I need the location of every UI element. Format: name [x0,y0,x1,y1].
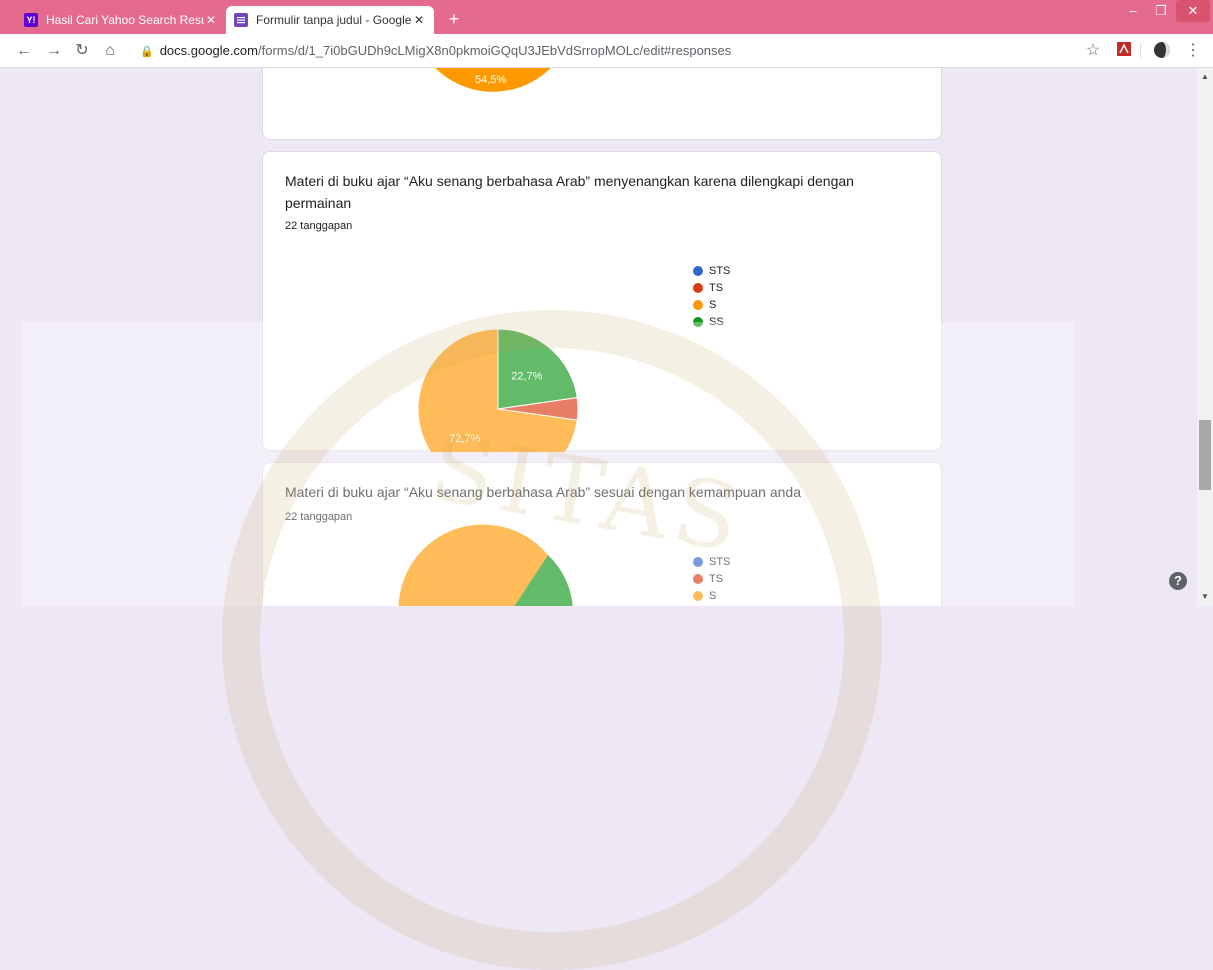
legend-label: TS [709,281,724,294]
help-icon[interactable]: ? [1169,572,1187,590]
google-forms-icon [234,13,248,27]
legend-label: S [709,298,717,311]
question-card-previous: 54,5% [262,68,942,140]
restore-icon[interactable]: ❐ [1148,0,1174,22]
lock-icon: 🔒 [140,46,154,58]
pie-slice-ss[interactable] [497,328,578,410]
page-content: 54,5% Materi di buku ajar “Aku senang be… [0,68,1197,606]
legend-item-ts: TS [693,570,730,587]
scroll-down-arrow[interactable]: ▼ [1200,592,1210,601]
chart-legend: STS TS S SS [693,262,730,330]
tab-title: Hasil Cari Yahoo Search Results [46,13,204,27]
address-bar[interactable]: 🔒 docs.google.com/forms/d/1_7i0bGUDh9cLMi… [140,40,1060,62]
bookmark-star-icon[interactable]: ☆ [1083,41,1103,61]
tab-title: Formulir tanpa judul - Google Fo [256,13,412,27]
scrollbar-track[interactable] [1197,68,1213,606]
yahoo-icon: Y! [24,13,38,27]
pie-chart-q2 [398,524,573,606]
legend-item-sts: STS [693,553,730,570]
legend-dot [693,590,703,601]
minimize-icon[interactable]: – [1120,0,1146,22]
menu-kebab-icon[interactable]: ⋮ [1183,41,1203,61]
legend-label: STS [709,555,731,568]
data-label: 72,7% [449,433,480,445]
new-tab-button[interactable]: + [444,9,464,30]
legend-item-s: S [693,296,730,313]
pie-chart-previous: 54,5% [435,68,551,92]
close-tab-icon[interactable]: ✕ [412,13,426,27]
url-path: /forms/d/1_7i0bGUDh9cLMigX8n0pkmoiGQqU3J… [257,43,732,58]
legend-label: STS [709,264,731,277]
back-arrow-icon[interactable]: ← [14,41,34,61]
forward-arrow-icon[interactable]: → [44,41,64,61]
legend-dot [693,299,703,310]
legend-dot [693,556,703,567]
profile-avatar[interactable] [1152,41,1172,61]
tab-strip: Y! Hasil Cari Yahoo Search Results ✕ For… [0,0,1213,34]
close-tab-icon[interactable]: ✕ [204,13,218,27]
data-label: 22,7% [511,371,542,383]
legend-label: S [709,589,717,602]
legend-item-ts: TS [693,279,730,296]
legend-dot [693,282,703,293]
legend-dot [693,316,703,327]
scroll-up-arrow[interactable]: ▲ [1200,72,1210,81]
tab-google-forms[interactable]: Formulir tanpa judul - Google Fo ✕ [226,6,434,34]
legend-label: TS [709,572,724,585]
question-card-2: Materi di buku ajar “Aku senang berbahas… [262,462,942,606]
browser-toolbar: ← → ↻ ⌂ 🔒 docs.google.com/forms/d/1_7i0bG… [0,34,1213,68]
reload-icon[interactable]: ↻ [72,41,92,61]
home-icon[interactable]: ⌂ [100,41,120,61]
legend-item-s: S [693,587,730,604]
pdf-extension-icon[interactable] [1114,41,1134,61]
toolbar-divider [1140,43,1141,59]
scrollbar-thumb[interactable] [1199,420,1211,490]
data-label: 54,5% [475,74,506,86]
url-host: docs.google.com [159,43,258,58]
question-card-1: Materi di buku ajar “Aku senang berbahas… [262,151,942,452]
legend-item-sts: STS [693,262,730,279]
legend-label: SS [709,315,724,328]
legend-dot [693,265,703,276]
pie-chart-q1: 22,7% 72,7% [417,328,579,452]
close-window-icon[interactable]: ✕ [1176,0,1210,22]
tab-yahoo-search[interactable]: Y! Hasil Cari Yahoo Search Results ✕ [16,6,226,34]
legend-dot [693,573,703,584]
legend-item-ss: SS [693,313,730,330]
chart-legend: STS TS S [693,553,730,604]
